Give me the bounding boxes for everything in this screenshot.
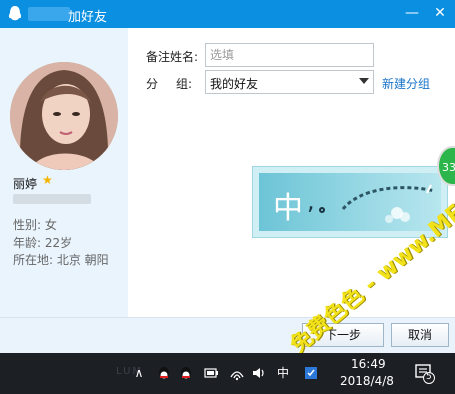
battery-icon[interactable]	[203, 365, 219, 381]
ime-punct: ,	[307, 187, 315, 215]
notification-count: 5	[426, 372, 432, 382]
close-button[interactable]: ✕	[428, 2, 452, 24]
title-bar: 加好友 — ✕	[0, 0, 455, 28]
ime-dot-icon	[319, 207, 325, 213]
ime-big-char: 中	[273, 191, 303, 226]
remark-label: 备注姓名:	[146, 50, 199, 64]
qq-tray-icon-2[interactable]	[178, 365, 194, 381]
gender-info: 性别: 女	[13, 218, 57, 232]
group-label-part2: 组:	[176, 77, 193, 91]
clock-date[interactable]: 2018/4/8	[340, 374, 394, 388]
age-info: 年龄: 22岁	[13, 236, 73, 250]
qq-tray-icon[interactable]	[156, 365, 172, 381]
qq-penguin-icon	[8, 6, 22, 21]
new-group-link[interactable]: 新建分组	[382, 75, 430, 92]
ime-indicator[interactable]: 中	[275, 365, 291, 381]
button-bar	[0, 317, 455, 353]
clock-time[interactable]: 16:49	[351, 357, 386, 371]
tray-expand-chevron-icon[interactable]: ∧	[131, 365, 147, 381]
window-title: 加好友	[68, 10, 108, 25]
avatar	[10, 62, 118, 170]
location-info: 所在地: 北京 朝阳	[13, 253, 109, 267]
shield-tray-icon[interactable]	[303, 365, 319, 381]
group-label-part1: 分	[146, 77, 159, 91]
notification-center-button[interactable]: 5	[413, 362, 435, 384]
avatar-photo	[10, 62, 118, 170]
group-select[interactable]: 我的好友	[205, 70, 374, 94]
nickname: 丽婷	[13, 177, 38, 191]
blurred-account-number	[13, 194, 91, 204]
wifi-icon[interactable]	[229, 365, 245, 381]
star-icon: ★	[42, 173, 53, 187]
remark-input[interactable]	[205, 43, 374, 67]
cancel-button[interactable]: 取消	[391, 323, 449, 347]
profile-panel: 丽婷 ★ 性别: 女 年龄: 22岁 所在地: 北京 朝阳	[0, 28, 128, 317]
taskbar: LUM ∧ 中 16:49 2018/4/8 5	[0, 353, 455, 394]
blurred-title-prefix	[28, 7, 70, 21]
dropdown-arrow-icon	[359, 78, 369, 84]
ime-banner-art: 中 ,	[259, 173, 441, 231]
minimize-button[interactable]: —	[400, 2, 424, 24]
group-select-value: 我的好友	[210, 77, 259, 91]
volume-icon[interactable]	[251, 365, 267, 381]
